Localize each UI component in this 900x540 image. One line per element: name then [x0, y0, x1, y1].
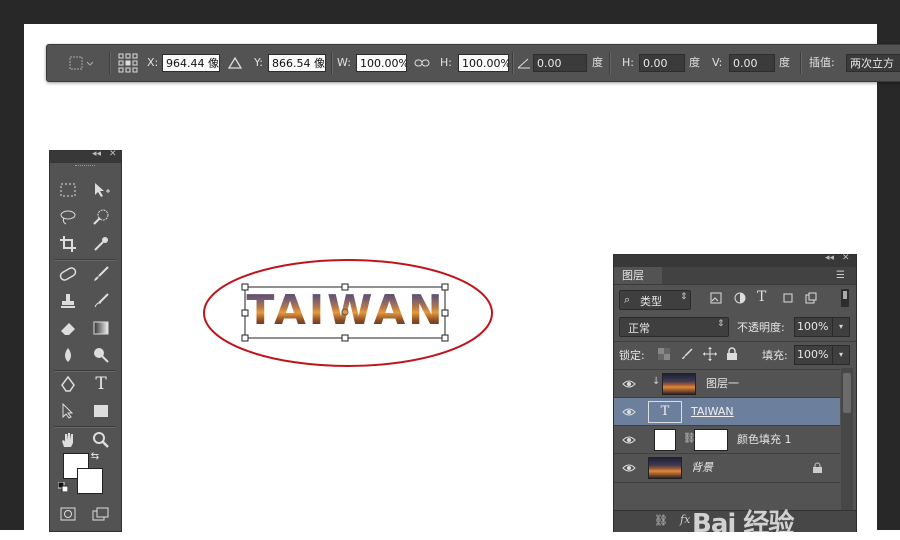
layer-row-background[interactable]: 背景 [614, 453, 840, 483]
visibility-eye-icon[interactable] [622, 463, 636, 473]
layers-scrollbar-thumb[interactable] [843, 373, 851, 413]
layer-name[interactable]: TAIWAN [691, 398, 734, 426]
opacity-dropdown-icon[interactable]: ▾ [832, 317, 850, 337]
layer-row-fill[interactable]: ⛓ 颜色填充 1 [614, 425, 840, 454]
visibility-eye-icon[interactable] [622, 407, 636, 417]
layer-name[interactable]: 图层一 [706, 370, 739, 398]
background-lock-icon [813, 462, 822, 473]
divider [614, 341, 856, 342]
filter-type-icon[interactable]: T [757, 289, 766, 305]
filter-adjustment-icon[interactable] [734, 292, 746, 307]
link-layers-icon[interactable]: ⛓ [654, 514, 668, 527]
layer-thumbnail[interactable] [648, 457, 682, 479]
filter-kind-label: 类型 [640, 295, 662, 308]
fill-dropdown-icon[interactable]: ▾ [832, 345, 850, 365]
layer-style-fx-button[interactable]: fx [680, 513, 690, 526]
lock-label: 锁定: [619, 349, 645, 362]
tab-layers[interactable]: 图层 [614, 267, 662, 284]
fill-color-thumbnail[interactable] [654, 429, 676, 451]
layer-row-text-selected[interactable]: T TAIWAN [614, 397, 840, 426]
layer-thumbnail[interactable] [662, 373, 696, 395]
type-layer-thumbnail-icon[interactable]: T [648, 401, 682, 423]
filter-toggle[interactable] [841, 289, 849, 307]
layers-panel: ◂◂ ✕ 图层 ☰ ⌕ 类型 ⇕ T 正常 ⇕ 不透明度: 100% ▾ 锁定:… [613, 253, 857, 532]
collapse-icon[interactable]: ◂◂ [825, 253, 834, 263]
panel-menu-icon[interactable]: ☰ [836, 267, 845, 284]
transform-bounding-box[interactable] [244, 286, 446, 339]
layer-name[interactable]: 背景 [691, 454, 713, 482]
layer-mask-thumbnail[interactable] [694, 429, 728, 451]
blend-mode-label: 正常 [628, 322, 650, 335]
filter-smart-object-icon[interactable] [805, 292, 817, 307]
filter-kind-select[interactable]: ⌕ 类型 ⇕ [619, 290, 691, 310]
layers-panel-header[interactable]: ◂◂ ✕ [614, 253, 856, 267]
search-icon: ⌕ [624, 293, 631, 306]
close-icon[interactable]: ✕ [842, 253, 850, 263]
opacity-input[interactable]: 100% [794, 317, 834, 337]
filter-pixel-icon[interactable] [710, 292, 722, 307]
lock-transparent-icon[interactable] [658, 348, 670, 363]
transform-handles[interactable] [241, 283, 449, 342]
spinner-arrows-icon: ⇕ [680, 292, 688, 302]
blend-mode-select[interactable]: 正常 ⇕ [619, 317, 729, 337]
visibility-eye-icon[interactable] [622, 435, 636, 445]
lock-all-icon[interactable] [726, 347, 738, 363]
opacity-label: 不透明度: [737, 321, 785, 334]
lock-pixels-icon[interactable] [681, 348, 693, 363]
transform-center-point[interactable] [341, 308, 349, 316]
fill-label: 填充: [762, 349, 788, 362]
spinner-arrows-icon: ⇕ [717, 319, 725, 329]
filter-shape-icon[interactable] [782, 292, 794, 307]
fill-input[interactable]: 100% [794, 345, 834, 365]
layer-name[interactable]: 颜色填充 1 [737, 426, 792, 454]
layer-row-image[interactable]: ↓ 图层一 [614, 369, 840, 398]
watermark-logo: Bai 经验 [692, 509, 794, 539]
lock-position-icon[interactable] [703, 347, 717, 364]
clipping-arrow-icon: ↓ [652, 376, 661, 387]
layers-tab-bar: 图层 ☰ [614, 267, 856, 285]
visibility-eye-icon[interactable] [622, 379, 636, 389]
